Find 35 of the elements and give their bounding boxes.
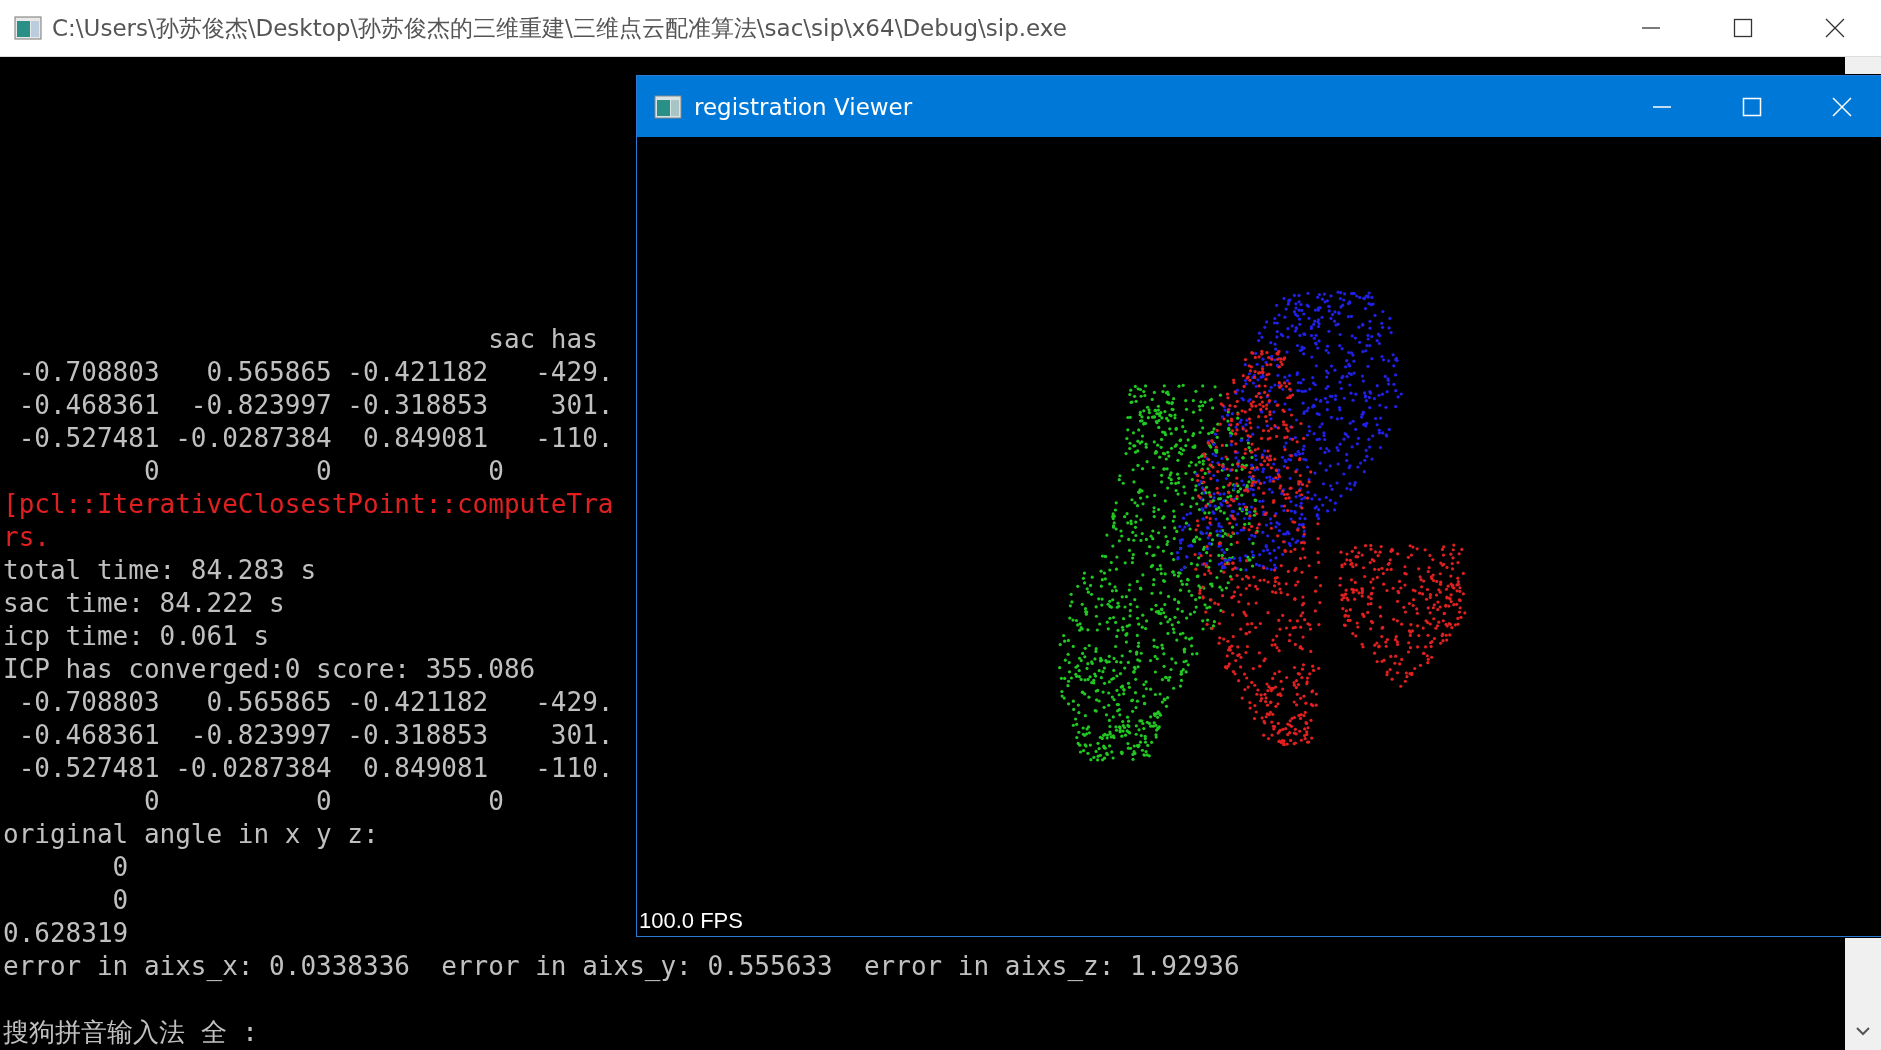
console-line: 0 xyxy=(111,885,129,915)
maximize-icon xyxy=(1742,96,1762,117)
console-line: 搜狗拼音输入法 全 : xyxy=(3,1017,258,1047)
console-line: original angle in x y z: xyxy=(3,819,379,849)
console-line: 0.628319 xyxy=(3,918,129,948)
close-icon xyxy=(1825,18,1845,38)
console-line: error in aixs_x: 0.0338336 error in aixs_y: 0.555633 error in aixs_z: 1.92936 xyxy=(3,951,1240,981)
console-line: ICP has converged:0 score: 355.086 xyxy=(3,654,536,684)
scrollbar-track[interactable] xyxy=(1845,938,1881,1050)
console-icon xyxy=(14,16,42,40)
close-icon xyxy=(1832,96,1852,117)
console-line: total time: 84.283 s xyxy=(3,555,317,585)
console-line: rs. xyxy=(3,522,50,552)
maximize-icon xyxy=(1733,18,1753,38)
viewer-title: registration Viewer xyxy=(694,93,913,120)
console-line: -0.468361 -0.823997 -0.318853 301. xyxy=(17,390,614,420)
console-line: sac time: 84.222 s xyxy=(3,588,285,618)
console-line: icp time: 0.061 s xyxy=(3,621,270,651)
console-line: -0.527481 -0.0287384 0.849081 -110. xyxy=(17,753,614,783)
console-line: 0 0 0 xyxy=(142,456,504,486)
console-line: 0 0 0 xyxy=(142,786,504,816)
viewer-app-icon xyxy=(654,94,682,119)
minimize-icon xyxy=(1641,27,1661,29)
console-line: -0.708803 0.565865 -0.421182 -429. xyxy=(17,687,614,717)
scrollbar-track[interactable] xyxy=(1845,57,1881,74)
fps-counter: 100.0 FPS xyxy=(639,908,743,934)
minimize-icon xyxy=(1652,105,1672,108)
console-line: 0 xyxy=(111,852,129,882)
console-line: -0.468361 -0.823997 -0.318853 301. xyxy=(17,720,614,750)
console-line: -0.527481 -0.0287384 0.849081 -110. xyxy=(17,423,614,453)
console-line: [pcl::IterativeClosestPoint::computeTra xyxy=(3,489,614,519)
console-line: sac has xyxy=(487,324,598,354)
window-title: C:\Users\孙苏俊杰\Desktop\孙苏俊杰的三维重建\三维点云配准算法\sac\sip\x64\Debug\sip.exe xyxy=(52,13,1067,43)
scroll-down-icon[interactable] xyxy=(1856,1027,1870,1036)
console-line: -0.708803 0.565865 -0.421182 -429. xyxy=(17,357,614,387)
